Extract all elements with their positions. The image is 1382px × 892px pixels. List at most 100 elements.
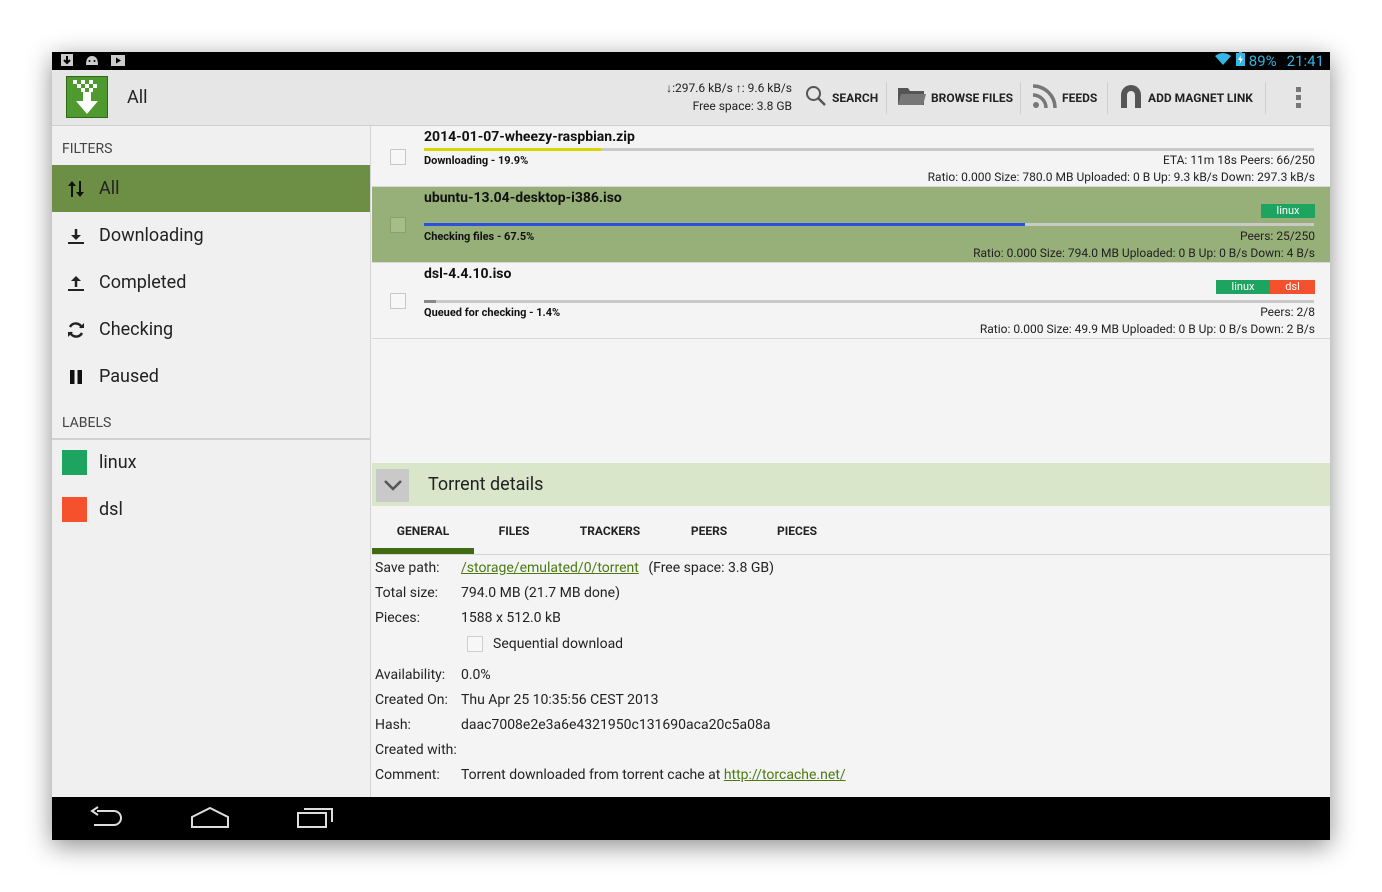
label-dsl[interactable]: dsl	[52, 486, 370, 533]
details-tabs: GENERAL FILES TRACKERS PEERS PIECES	[372, 506, 1330, 555]
field-value: /storage/emulated/0/torrent (Free space:…	[461, 560, 774, 576]
progress-bar	[424, 148, 1314, 151]
folder-icon	[897, 84, 927, 111]
torrent-name: dsl-4.4.10.iso	[424, 266, 512, 282]
comment-link[interactable]: http://torcache.net/	[724, 767, 846, 783]
torrent-status: Checking files - 67.5%	[424, 230, 535, 243]
field-value: 0.0%	[461, 667, 491, 683]
torrent-row[interactable]: ubuntu-13.04-desktop-i386.iso linux Chec…	[372, 187, 1330, 263]
label-color-swatch	[62, 450, 87, 475]
label-linux[interactable]: linux	[52, 439, 370, 486]
torrent-peers: Peers: 2/8	[1260, 305, 1315, 319]
tab-trackers[interactable]: TRACKERS	[554, 506, 666, 554]
torrent-checkbox[interactable]	[390, 293, 406, 309]
torrent-status: Downloading - 19.9%	[424, 154, 529, 167]
status-bar: 89% 21:41	[52, 52, 1330, 70]
filter-paused[interactable]: Paused	[52, 353, 370, 400]
label-name: linux	[99, 452, 137, 473]
feeds-label: FEEDS	[1062, 90, 1098, 105]
label-name: dsl	[99, 499, 123, 520]
details-title: Torrent details	[428, 474, 544, 495]
feeds-button[interactable]: FEEDS	[1032, 70, 1097, 125]
filter-label: Completed	[99, 272, 187, 293]
progress-fill	[424, 300, 437, 303]
overflow-menu-icon[interactable]	[1288, 84, 1308, 112]
refresh-icon	[64, 320, 88, 340]
tab-pieces[interactable]: PIECES	[752, 506, 842, 554]
torrent-status: Queued for checking - 1.4%	[424, 306, 561, 319]
back-icon[interactable]	[88, 805, 124, 835]
pause-icon	[64, 369, 88, 385]
browse-files-button[interactable]: BROWSE FILES	[897, 70, 1013, 125]
wifi-icon	[1214, 52, 1232, 70]
labels-header: LABELS	[62, 415, 112, 431]
app-logo-icon[interactable]	[66, 76, 108, 118]
field-label: Created with:	[375, 742, 457, 758]
save-path-link[interactable]: /storage/emulated/0/torrent	[461, 560, 639, 576]
torrent-checkbox[interactable]	[390, 217, 406, 233]
field-value: 794.0 MB (21.7 MB done)	[461, 585, 620, 601]
battery-percent: 89%	[1248, 52, 1277, 70]
battery-icon	[1235, 52, 1245, 70]
filter-label: Paused	[99, 366, 159, 387]
page-title: All	[127, 87, 148, 108]
search-button[interactable]: SEARCH	[804, 70, 878, 125]
up-down-arrows-icon	[64, 179, 88, 199]
comment-text: Torrent downloaded from torrent cache at	[461, 767, 724, 783]
filter-checking[interactable]: Checking	[52, 306, 370, 353]
search-icon	[804, 84, 828, 111]
torrent-list: 2014-01-07-wheezy-raspbian.zip Downloadi…	[372, 126, 1330, 463]
recent-apps-icon[interactable]	[296, 805, 334, 835]
tab-peers[interactable]: PEERS	[666, 506, 752, 554]
navigation-bar	[52, 797, 1330, 840]
upload-icon	[64, 274, 88, 292]
field-value: daac7008e2e3a6e4321950c131690aca20c5a08a	[461, 717, 771, 733]
download-icon	[64, 227, 88, 245]
field-label: Availability:	[375, 667, 446, 683]
label-tag: linux	[1261, 204, 1315, 218]
separator	[1107, 82, 1108, 114]
sequential-download-checkbox[interactable]: Sequential download	[467, 636, 623, 652]
torrent-row[interactable]: 2014-01-07-wheezy-raspbian.zip Downloadi…	[372, 126, 1330, 187]
checkbox[interactable]	[467, 636, 483, 652]
torrent-peers: Peers: 25/250	[1239, 229, 1315, 243]
filter-label: Downloading	[99, 225, 204, 246]
torrent-stats: Ratio: 0.000 Size: 49.9 MB Uploaded: 0 B…	[979, 322, 1315, 336]
filter-label: Checking	[99, 319, 174, 340]
filter-all[interactable]: All	[52, 165, 370, 212]
filter-completed[interactable]: Completed	[52, 259, 370, 306]
tab-general[interactable]: GENERAL	[372, 506, 474, 554]
search-label: SEARCH	[832, 90, 879, 105]
progress-fill	[424, 223, 1025, 226]
torrent-details-header[interactable]: Torrent details	[372, 463, 1330, 506]
home-icon[interactable]	[190, 805, 230, 835]
browse-files-label: BROWSE FILES	[931, 90, 1013, 105]
device-screen: 89% 21:41 All ↓:297.6 kB/s ↑: 9.6 kB/s F…	[52, 52, 1330, 840]
sidebar: FILTERS All Downloading Completed Checki…	[52, 126, 371, 797]
rss-icon	[1032, 83, 1058, 112]
torrent-stats: Ratio: 0.000 Size: 794.0 MB Uploaded: 0 …	[973, 246, 1315, 260]
field-label: Save path:	[375, 560, 440, 576]
add-magnet-link-button[interactable]: ADD MAGNET LINK	[1118, 70, 1253, 125]
field-label: Created On:	[375, 692, 448, 708]
separator	[1265, 82, 1266, 114]
separator	[886, 82, 887, 114]
filters-header: FILTERS	[62, 141, 113, 157]
torrent-checkbox[interactable]	[390, 149, 406, 165]
general-panel: Save path: /storage/emulated/0/torrent (…	[372, 555, 1330, 797]
filter-downloading[interactable]: Downloading	[52, 212, 370, 259]
tab-files[interactable]: FILES	[474, 506, 554, 554]
torrent-name: 2014-01-07-wheezy-raspbian.zip	[424, 129, 635, 145]
torrent-row[interactable]: dsl-4.4.10.iso linux dsl Queued for chec…	[372, 263, 1330, 339]
field-label: Total size:	[375, 585, 439, 601]
transfer-speed: ↓:297.6 kB/s ↑: 9.6 kB/s Free space: 3.8…	[652, 79, 792, 115]
torrent-eta-peers: ETA: 11m 18s Peers: 66/250	[1162, 153, 1315, 167]
action-bar: All ↓:297.6 kB/s ↑: 9.6 kB/s Free space:…	[52, 70, 1330, 126]
field-value: Torrent downloaded from torrent cache at…	[461, 767, 846, 783]
label-tag: linux	[1216, 280, 1270, 294]
torrent-name: ubuntu-13.04-desktop-i386.iso	[424, 190, 622, 206]
speed-line: ↓:297.6 kB/s ↑: 9.6 kB/s	[666, 81, 792, 95]
collapse-button[interactable]	[376, 469, 409, 502]
progress-bar	[424, 300, 1314, 303]
field-label: Comment:	[375, 767, 440, 783]
